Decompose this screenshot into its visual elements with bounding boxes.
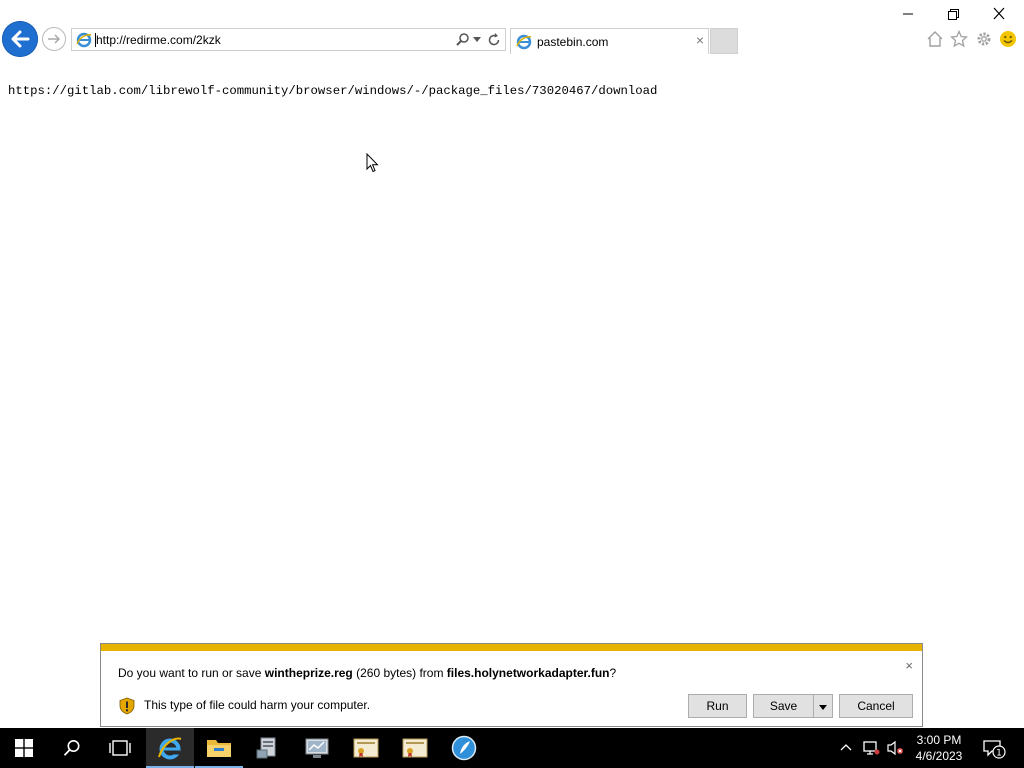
file-size: (260 bytes) from xyxy=(352,666,447,680)
run-button[interactable]: Run xyxy=(688,694,747,718)
back-button[interactable] xyxy=(2,21,38,57)
taskbar: 1 xyxy=(0,728,1024,768)
svg-text:1: 1 xyxy=(996,749,1002,759)
download-question: Do you want to run or save wintheprize.r… xyxy=(118,666,617,680)
download-source: files.holynetworkadapter.fun xyxy=(446,666,610,680)
task-view-icon xyxy=(109,740,131,756)
taskbar-network-app[interactable] xyxy=(293,728,341,768)
taskbar-internet-explorer[interactable] xyxy=(146,728,194,768)
save-button[interactable]: Save xyxy=(753,694,814,718)
notification-close-icon[interactable]: × xyxy=(905,658,913,673)
download-notification-bar: × Do you want to run or save wintheprize… xyxy=(100,643,923,727)
refresh-icon[interactable] xyxy=(486,32,502,48)
new-tab-button[interactable] xyxy=(710,28,738,54)
chevron-up-icon[interactable] xyxy=(840,743,852,751)
home-icon[interactable] xyxy=(926,30,944,48)
taskbar-search-button[interactable] xyxy=(48,728,96,768)
cancel-button[interactable]: Cancel xyxy=(839,694,913,718)
address-url[interactable]: http://redirme.com/2kzk xyxy=(96,33,221,47)
save-options-button[interactable] xyxy=(813,694,833,718)
chevron-down-icon xyxy=(819,705,827,710)
windows-start-icon xyxy=(15,739,33,757)
tab-title: pastebin.com xyxy=(537,35,609,49)
volume-muted-icon[interactable] xyxy=(886,740,904,756)
settings-gear-icon[interactable] xyxy=(975,30,993,48)
server-manager-icon xyxy=(256,737,276,759)
warning-stripe xyxy=(101,644,922,651)
taskbar-file-explorer[interactable] xyxy=(195,728,243,768)
shield-warning-icon xyxy=(119,697,135,715)
system-clock[interactable]: 3:00 PM 4/6/2023 xyxy=(904,732,974,764)
taskbar-certificate-1[interactable] xyxy=(342,728,390,768)
close-window-icon[interactable] xyxy=(989,6,1009,22)
back-arrow-icon xyxy=(11,30,30,48)
page-content-text: https://gitlab.com/librewolf-community/b… xyxy=(8,84,658,98)
save-split-button: Save xyxy=(753,694,833,718)
favorites-star-icon[interactable] xyxy=(950,30,968,48)
search-icon[interactable] xyxy=(455,32,471,48)
forward-button[interactable] xyxy=(42,27,66,51)
file-explorer-icon xyxy=(207,740,231,757)
tab-pastebin[interactable]: pastebin.com × xyxy=(510,28,709,54)
taskbar-server-manager[interactable] xyxy=(244,728,292,768)
certificate-icon xyxy=(353,738,379,758)
forward-arrow-icon xyxy=(48,34,61,44)
clock-time: 3:00 PM xyxy=(916,733,962,747)
ie-page-icon xyxy=(516,34,532,50)
file-name: wintheprize.reg xyxy=(264,666,353,680)
network-icon xyxy=(305,738,329,758)
internet-explorer-icon xyxy=(158,737,182,760)
dropdown-icon[interactable] xyxy=(473,37,481,43)
task-view-button[interactable] xyxy=(96,728,144,768)
ie-page-icon xyxy=(76,32,92,48)
browser-chrome: http://redirme.com/2kzk pastebin.com × xyxy=(0,0,1024,60)
notification-icon[interactable]: 1 xyxy=(983,739,1007,759)
smiley-feedback-icon[interactable] xyxy=(999,30,1017,48)
mouse-cursor-icon xyxy=(366,153,379,173)
browser-app-icon xyxy=(451,735,477,761)
restore-icon[interactable] xyxy=(943,6,963,22)
minimize-icon[interactable] xyxy=(898,6,918,22)
certificate-icon-2 xyxy=(402,738,428,758)
search-taskbar-icon xyxy=(63,740,80,756)
address-bar[interactable]: http://redirme.com/2kzk xyxy=(71,28,506,51)
start-button[interactable] xyxy=(0,728,48,768)
taskbar-browser-app[interactable] xyxy=(440,728,488,768)
download-warning-text: This type of file could harm your comput… xyxy=(144,698,371,712)
tab-close-icon[interactable]: × xyxy=(696,33,704,47)
taskbar-certificate-2[interactable] xyxy=(391,728,439,768)
network-tray-icon[interactable] xyxy=(862,740,880,756)
clock-date: 4/6/2023 xyxy=(915,749,963,763)
